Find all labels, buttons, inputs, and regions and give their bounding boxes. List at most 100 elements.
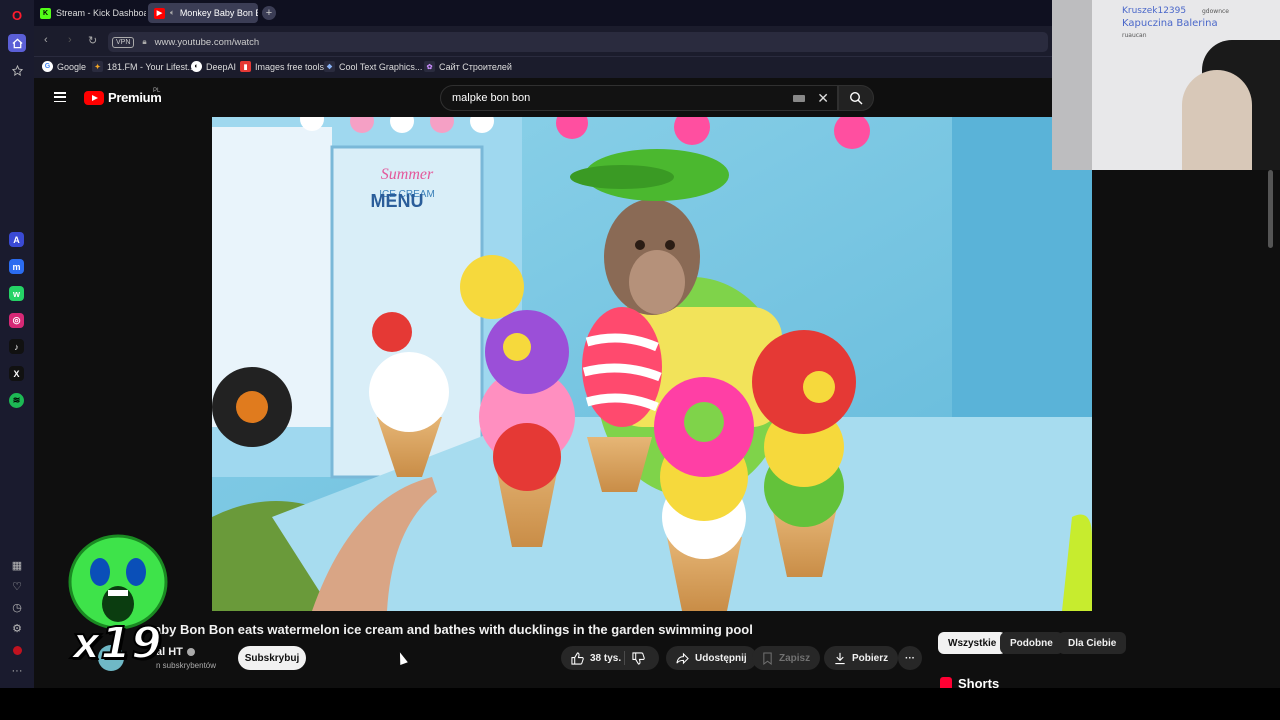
history-icon[interactable]: ◷ xyxy=(8,598,26,616)
opera-logo-icon[interactable]: O xyxy=(8,6,26,24)
chip-for-you[interactable]: Dla Ciebie xyxy=(1058,632,1127,654)
share-button[interactable]: Udostępnij xyxy=(666,646,757,670)
google-icon: G xyxy=(42,61,53,72)
subscribe-button[interactable]: Subskrybuj xyxy=(238,646,306,670)
scrollbar[interactable] xyxy=(1268,170,1273,248)
home-icon[interactable] xyxy=(8,34,26,52)
tab-bar: K Stream - Kick Dashboard ▶ 🔈︎ Monkey Ba… xyxy=(34,0,1052,26)
chip-all[interactable]: Wszystkie xyxy=(938,632,1007,654)
thumbs-up-icon xyxy=(571,651,584,665)
menu-sign-sub: Summer xyxy=(381,166,434,183)
whiteboard-text: ruaucan xyxy=(1122,32,1147,39)
heart-icon[interactable]: ♡ xyxy=(8,577,26,595)
address-bar-row: ‹ › ↻ VPN 🔒︎ www.youtube.com/watch xyxy=(34,26,1052,56)
like-count: 38 tys. xyxy=(590,652,622,664)
bottom-bar xyxy=(0,688,1280,720)
verified-icon xyxy=(186,648,195,657)
bookmark-label: 181.FM - Your Lifest... xyxy=(107,61,196,72)
messenger-icon[interactable]: m xyxy=(9,259,24,274)
cooltext-icon: ❖ xyxy=(324,61,335,72)
chip-related[interactable]: Podobne xyxy=(1000,632,1063,654)
search-input[interactable]: malpke bon bon ✕ xyxy=(440,85,838,111)
video-frame: Summer ICE CREAM MENU xyxy=(212,117,1092,611)
bookmark-google[interactable]: G Google xyxy=(42,61,86,72)
bookmarks-bar: G Google ✦ 181.FM - Your Lifest... ◐ Dee… xyxy=(34,56,1052,78)
keyboard-icon[interactable] xyxy=(793,95,805,102)
site-icon: ✿ xyxy=(424,61,435,72)
aria-icon[interactable]: A xyxy=(9,232,24,247)
settings-icon[interactable]: ⚙ xyxy=(8,619,26,637)
radio-icon: ✦ xyxy=(92,61,103,72)
crying-emote-icon xyxy=(68,534,168,630)
lock-icon[interactable]: 🔒︎ xyxy=(142,37,146,47)
whiteboard-text: Kruszek12395 xyxy=(1122,6,1187,16)
new-tab-button[interactable]: + xyxy=(262,6,276,20)
bookmark-181fm[interactable]: ✦ 181.FM - Your Lifest... xyxy=(92,61,195,72)
save-button[interactable]: Zapisz xyxy=(752,646,821,670)
speaker-icon[interactable]: 🔈︎ xyxy=(170,8,175,18)
youtube-logo[interactable]: Premium xyxy=(84,90,162,105)
thumbs-down-icon xyxy=(632,651,645,665)
share-icon xyxy=(676,652,689,664)
share-label: Udostępnij xyxy=(695,652,747,664)
shorts-icon xyxy=(940,676,952,688)
grid-icon[interactable]: ▦ xyxy=(8,556,26,574)
youtube-play-icon xyxy=(84,90,104,105)
download-icon xyxy=(835,652,845,664)
shorts-header[interactable]: Shorts xyxy=(940,676,999,688)
dislike-button[interactable] xyxy=(626,646,651,670)
video-player[interactable]: Summer ICE CREAM MENU xyxy=(212,117,1092,611)
instagram-icon[interactable]: ◎ xyxy=(9,313,24,328)
youtube-icon: ▶ xyxy=(154,7,165,19)
bookmark-label: DeepAI xyxy=(206,61,237,72)
logo-region: PL xyxy=(153,88,161,94)
search-icon xyxy=(849,91,863,105)
tiktok-icon[interactable]: ♪ xyxy=(9,339,24,354)
x-icon[interactable]: X xyxy=(9,366,24,381)
download-button[interactable]: Pobierz xyxy=(824,646,899,670)
menu-sign: MENU xyxy=(371,191,424,211)
bookmark-site[interactable]: ✿ Сайт Строителей xyxy=(424,61,512,72)
bookmark-label: Google xyxy=(57,61,87,72)
more-icon[interactable]: ··· xyxy=(8,662,26,680)
ublock-icon[interactable] xyxy=(8,641,26,659)
bookmark-label: Сайт Строителей xyxy=(439,61,512,72)
bookmark-label: Cool Text Graphics... xyxy=(339,61,423,72)
tab-label: Monkey Baby Bon Bo xyxy=(179,8,258,18)
back-icon[interactable]: ‹ xyxy=(44,34,48,46)
search-value[interactable]: malpke bon bon xyxy=(452,92,530,104)
vpn-badge[interactable]: VPN xyxy=(112,36,135,48)
bookmark-cool-text[interactable]: ❖ Cool Text Graphics... xyxy=(324,61,422,72)
video-title: aby Bon Bon eats watermelon ice cream an… xyxy=(154,622,753,637)
bookmark-label: Images free tools xyxy=(255,61,325,72)
forward-icon[interactable]: › xyxy=(68,34,72,46)
tab-youtube[interactable]: ▶ 🔈︎ Monkey Baby Bon Bo xyxy=(148,3,258,23)
url-text[interactable]: www.youtube.com/watch xyxy=(155,37,260,48)
emote-count: x19 xyxy=(71,617,163,670)
pinboard-icon[interactable] xyxy=(8,61,26,79)
deepai-icon: ◐ xyxy=(191,61,202,72)
bookmark-images-free-tools[interactable]: ▮ Images free tools xyxy=(240,61,324,72)
menu-icon[interactable] xyxy=(54,92,66,102)
bookmark-icon xyxy=(763,651,772,665)
whiteboard-text: Kapuczina Balerina xyxy=(1122,18,1218,29)
reload-icon[interactable]: ↻ xyxy=(88,34,97,47)
kick-icon: K xyxy=(40,7,51,19)
shorts-label: Shorts xyxy=(958,676,1000,688)
webcam-overlay: Kruszek12395 Kapuczina Balerina gdownce … xyxy=(1052,0,1280,170)
spotify-icon[interactable]: ≋ xyxy=(9,393,24,408)
browser-sidebar: O A m w ◎ ♪ X ≋ ▦ ♡ ◷ ⚙ ··· xyxy=(0,0,34,688)
tab-label: Stream - Kick Dashboard xyxy=(56,8,146,18)
download-label: Pobierz xyxy=(852,652,889,664)
url-field[interactable]: VPN 🔒︎ www.youtube.com/watch xyxy=(108,32,1048,52)
bookmark-deepai[interactable]: ◐ DeepAI xyxy=(191,61,236,72)
save-label: Zapisz xyxy=(779,652,811,664)
images-icon: ▮ xyxy=(240,61,251,72)
more-actions-button[interactable]: ··· xyxy=(898,646,922,670)
whatsapp-icon[interactable]: w xyxy=(9,286,24,301)
clear-icon[interactable]: ✕ xyxy=(817,90,829,107)
whiteboard-text: gdownce xyxy=(1202,8,1229,15)
like-button[interactable]: 38 tys. xyxy=(561,646,631,670)
tab-kick-dashboard[interactable]: K Stream - Kick Dashboard xyxy=(34,3,146,23)
search-button[interactable] xyxy=(838,85,874,111)
